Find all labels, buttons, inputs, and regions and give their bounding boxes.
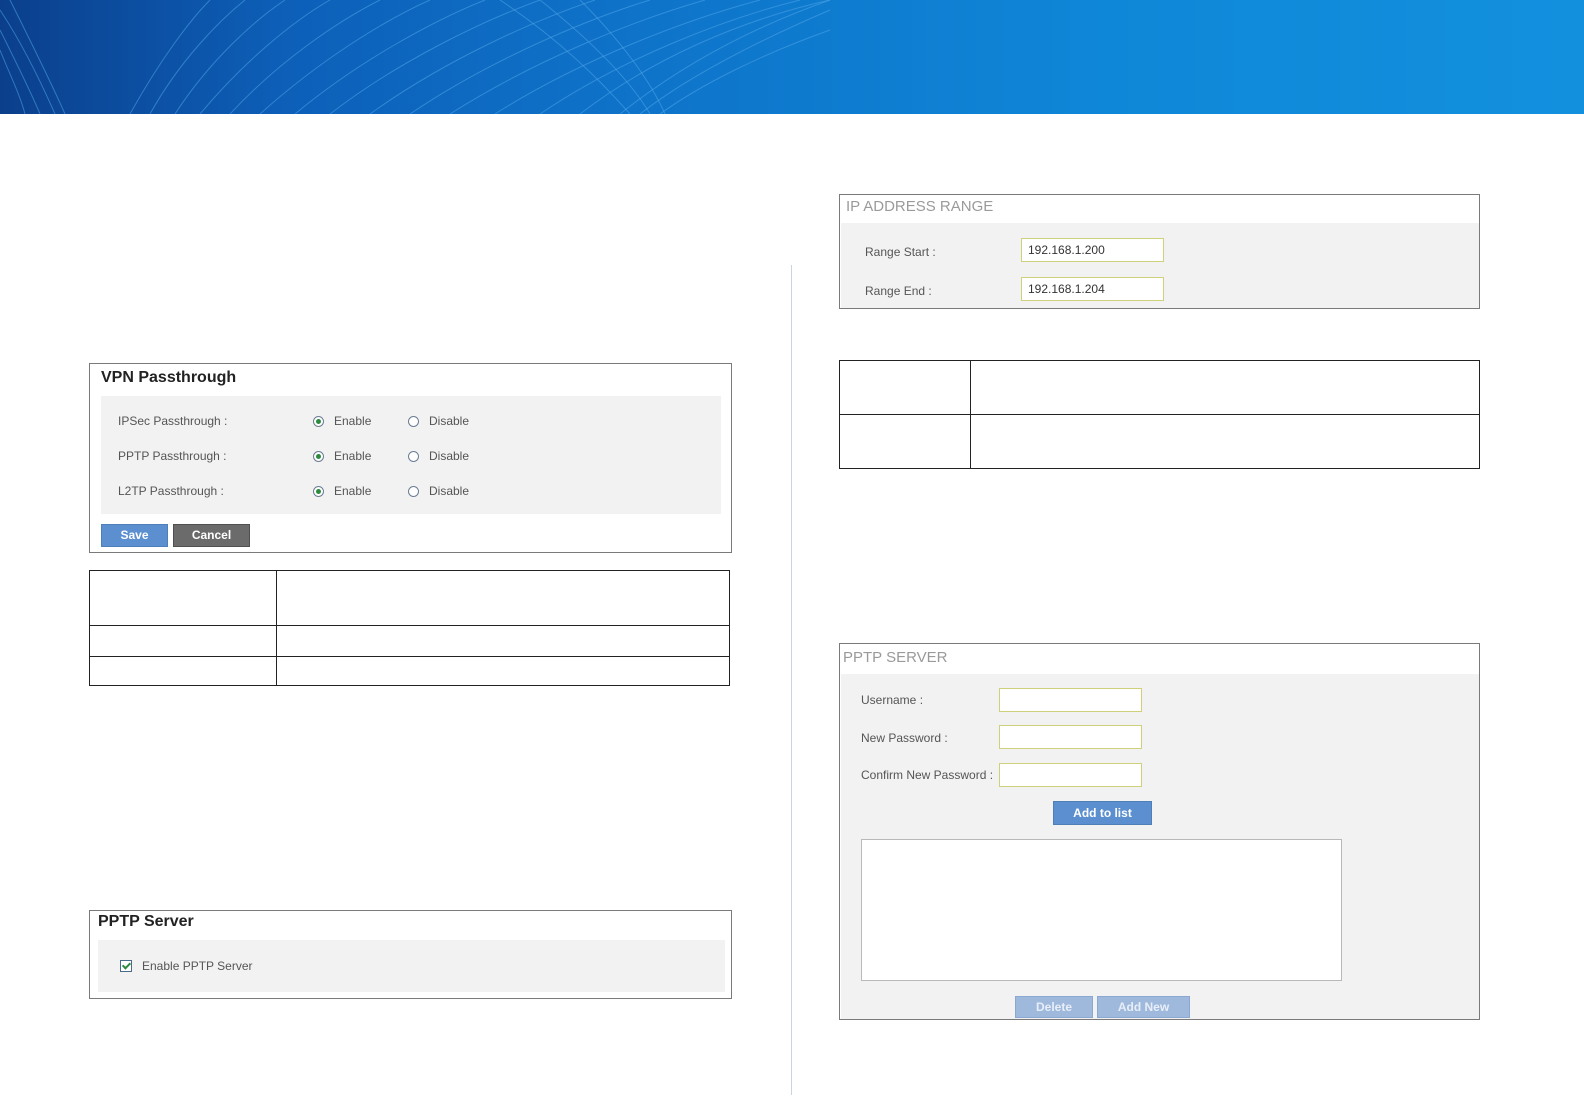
banner-wave-graphic (0, 0, 831, 114)
table-row (839, 360, 1480, 415)
enable-pptp-server-label: Enable PPTP Server (142, 959, 253, 973)
user-list-box[interactable] (861, 839, 1342, 981)
ip-range-settings: Range Start : Range End : (841, 223, 1479, 308)
table-row (839, 414, 1480, 469)
table-cell (89, 656, 277, 686)
range-end-input[interactable] (1021, 277, 1164, 301)
table-cell (276, 570, 730, 626)
range-start-label: Range Start : (865, 245, 936, 259)
table-row (89, 570, 730, 626)
confirm-password-input[interactable] (999, 763, 1142, 787)
pptp-disable-label: Disable (429, 449, 470, 463)
cancel-button[interactable]: Cancel (173, 524, 250, 547)
save-button[interactable]: Save (101, 524, 168, 547)
username-label: Username : (861, 693, 924, 707)
add-to-list-button[interactable]: Add to list (1053, 801, 1152, 825)
ipsec-passthrough-label: IPSec Passthrough : (118, 414, 228, 428)
ip-address-range-panel: IP ADDRESS RANGE Range Start : Range End… (839, 194, 1480, 309)
pptp-server-toggle-panel: PPTP Server Enable PPTP Server (89, 910, 732, 999)
table-row (89, 656, 730, 686)
confirm-password-label: Confirm New Password : (861, 768, 994, 782)
l2tp-disable-radio[interactable] (408, 486, 419, 497)
ip-range-info-table (839, 360, 1480, 469)
l2tp-passthrough-label: L2TP Passthrough : (118, 484, 224, 498)
vpn-passthrough-settings: IPSec Passthrough : Enable Disable PPTP … (101, 396, 721, 514)
header-banner (0, 0, 1584, 114)
table-cell (970, 360, 1480, 415)
passthrough-info-table (89, 570, 730, 686)
pptp-passthrough-label: PPTP Passthrough : (118, 449, 227, 463)
l2tp-disable-label: Disable (429, 484, 470, 498)
pptp-server-settings: Enable PPTP Server (98, 940, 725, 992)
pptp-disable-radio[interactable] (408, 451, 419, 462)
pptp-server-title: PPTP Server (98, 913, 194, 930)
range-end-label: Range End : (865, 284, 932, 298)
l2tp-enable-radio[interactable] (313, 486, 324, 497)
pptp-enable-radio[interactable] (313, 451, 324, 462)
enable-pptp-server-checkbox[interactable] (120, 960, 132, 972)
table-cell (89, 625, 277, 657)
pptp-user-settings: Username : New Password : Confirm New Pa… (841, 674, 1479, 1019)
ipsec-disable-radio[interactable] (408, 416, 419, 427)
pptp-enable-label: Enable (334, 449, 372, 463)
new-password-label: New Password : (861, 731, 948, 745)
add-new-button[interactable]: Add New (1097, 996, 1190, 1018)
vpn-passthrough-title: VPN Passthrough (101, 369, 237, 386)
ipsec-enable-label: Enable (334, 414, 372, 428)
pptp-server-users-panel: PPTP SERVER Username : New Password : Co… (839, 643, 1480, 1020)
username-input[interactable] (999, 688, 1142, 712)
table-cell (839, 360, 971, 415)
column-divider (791, 265, 792, 1095)
pptp-server-users-title: PPTP SERVER (843, 649, 948, 666)
new-password-input[interactable] (999, 725, 1142, 749)
ipsec-disable-label: Disable (429, 414, 470, 428)
table-cell (276, 656, 730, 686)
ipsec-enable-radio[interactable] (313, 416, 324, 427)
l2tp-enable-label: Enable (334, 484, 372, 498)
range-start-input[interactable] (1021, 238, 1164, 262)
ip-address-range-title: IP ADDRESS RANGE (846, 198, 994, 215)
table-cell (89, 570, 277, 626)
delete-button[interactable]: Delete (1015, 996, 1093, 1018)
table-row (89, 625, 730, 657)
table-cell (276, 625, 730, 657)
table-cell (839, 414, 971, 469)
table-cell (970, 414, 1480, 469)
vpn-passthrough-panel: VPN Passthrough IPSec Passthrough : Enab… (89, 363, 732, 553)
